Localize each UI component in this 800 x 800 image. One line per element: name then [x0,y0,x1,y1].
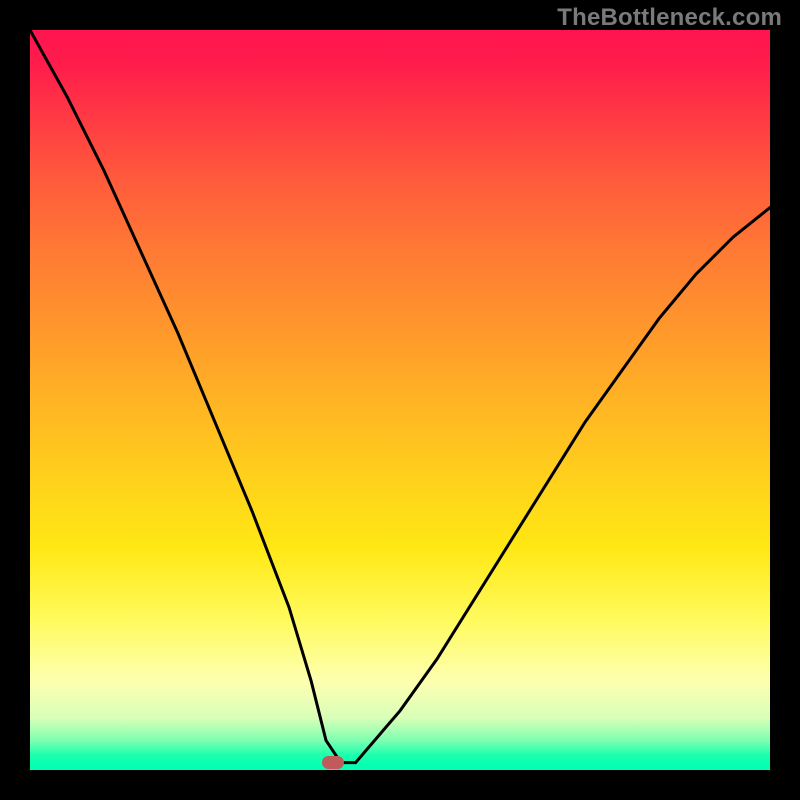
watermark-text: TheBottleneck.com [557,4,782,32]
chart-plot-area [30,30,770,770]
bottleneck-curve [30,30,770,770]
optimal-point-marker [322,756,344,769]
